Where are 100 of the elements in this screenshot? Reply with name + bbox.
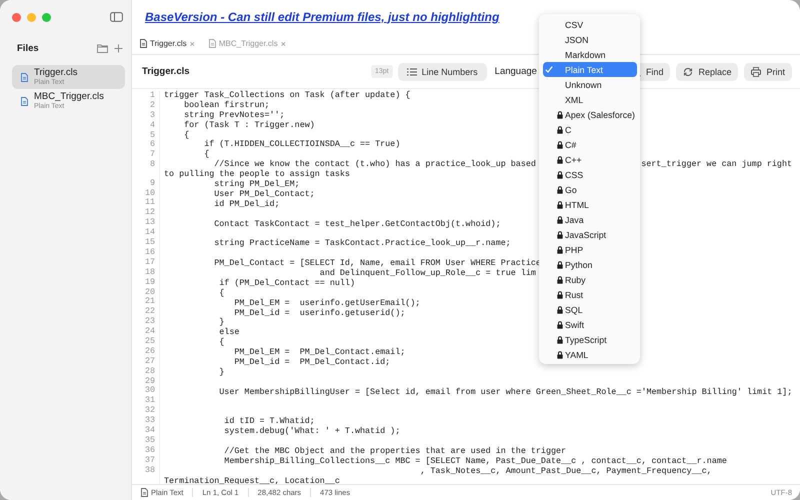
code-line: { bbox=[218, 288, 224, 299]
line-number: 9 bbox=[150, 178, 155, 189]
line-number: 15 bbox=[144, 238, 155, 248]
code-line: boolean firstrun; bbox=[183, 100, 270, 110]
code-line: Membership_Billing_Collections__c MBC = [SELECT Name, Past_Due_Date__c , contact__c, contact__r.name bbox=[223, 456, 727, 466]
document-icon bbox=[141, 488, 148, 497]
code-line: User MembershipBillingUser = [Select id, email from user where Green_Sheet_Role__c ='Membership Billing' limit 1]; bbox=[218, 388, 792, 398]
line-number: 23 bbox=[144, 317, 155, 327]
print-button[interactable]: Print bbox=[744, 62, 792, 80]
line-number: 17 bbox=[144, 258, 155, 268]
code-line: } bbox=[218, 368, 224, 378]
line-number: 16 bbox=[144, 248, 155, 258]
menu-item[interactable]: TypeScript bbox=[543, 332, 637, 347]
code-line: User PM_Del_Contact; bbox=[213, 190, 315, 200]
document-icon bbox=[140, 39, 147, 48]
menu-item[interactable]: YAML bbox=[543, 347, 637, 362]
line-number: 18 bbox=[144, 268, 155, 278]
line-number: 20 bbox=[144, 288, 155, 297]
code-line: if (PM_Del_Contact == null) bbox=[218, 278, 355, 288]
replace-button[interactable]: Replace bbox=[676, 62, 738, 80]
menu-item[interactable]: Markdown bbox=[543, 47, 637, 62]
code-line: { bbox=[218, 338, 224, 348]
line-number: 3 bbox=[150, 110, 155, 121]
code-line: Contact TaskContact = test_helper.GetContactObj(t.whoid); bbox=[213, 220, 501, 230]
line-number: 7 bbox=[150, 150, 155, 160]
menu-item[interactable]: PHP bbox=[543, 242, 637, 257]
line-number: 10 bbox=[144, 188, 155, 198]
code-line: { bbox=[183, 130, 190, 140]
zoom-button[interactable] bbox=[42, 12, 51, 22]
close-button[interactable] bbox=[12, 12, 21, 22]
line-number: 2 bbox=[150, 100, 155, 111]
menu-item[interactable]: HTML bbox=[543, 197, 637, 212]
list-icon bbox=[406, 68, 417, 76]
menu-item[interactable]: XML bbox=[543, 92, 637, 107]
line-number: 33 bbox=[144, 416, 155, 426]
banner-link[interactable]: BaseVersion - Can still edit Premium files, just no highlighting bbox=[145, 10, 500, 24]
line-number: 36 bbox=[144, 446, 155, 456]
plus-icon[interactable] bbox=[114, 44, 123, 52]
line-number: 8 bbox=[150, 160, 155, 170]
code-line: and Delinquent_Follow_up_Role__c = true lim bbox=[318, 269, 536, 278]
menu-item[interactable]: JavaScript bbox=[543, 227, 637, 242]
code-line: , Task_Notes__c, Amount_Past_Due__c, Payment_Frequency__c, bbox=[419, 466, 712, 477]
line-number: 30 bbox=[144, 386, 155, 396]
menu-item[interactable]: CSS bbox=[543, 167, 637, 182]
code-line: if (T.HIDDEN_COLLECTIOINSDA__c == True) bbox=[203, 140, 400, 150]
code-line: string PracticeName = TaskContact.Practice_look_up__r.name; bbox=[213, 239, 511, 250]
line-number: 14 bbox=[144, 228, 155, 238]
menu-item[interactable]: C bbox=[543, 122, 637, 137]
code-line: string PrevNotes=''; bbox=[183, 110, 285, 120]
line-number: 5 bbox=[150, 130, 155, 140]
document-icon bbox=[21, 72, 28, 82]
file-tab[interactable]: Trigger.cls × bbox=[140, 38, 195, 48]
line-number: 28 bbox=[144, 366, 155, 377]
code-line: sert_trigger we can jump right bbox=[641, 160, 792, 170]
menu-item[interactable]: C++ bbox=[543, 152, 637, 167]
line-number: 13 bbox=[144, 218, 155, 228]
line-number: 34 bbox=[144, 426, 155, 436]
circular-arrows-icon bbox=[683, 66, 694, 76]
menu-item[interactable]: JSON bbox=[543, 32, 637, 47]
menu-item[interactable]: Ruby bbox=[543, 272, 637, 287]
line-number: 12 bbox=[144, 208, 155, 218]
printer-icon bbox=[751, 66, 762, 76]
code-line: trigger Task_Collections on Task (after update) { bbox=[164, 91, 410, 100]
menu-item[interactable]: C# bbox=[543, 137, 637, 152]
menu-item[interactable]: Plain Text bbox=[543, 62, 637, 77]
code-line: id PM_Del_id; bbox=[213, 200, 280, 210]
menu-item[interactable]: Rust bbox=[543, 287, 637, 302]
sidebar-toggle-icon[interactable] bbox=[110, 12, 123, 22]
code-line: Termination_Request__c, Location__c bbox=[164, 476, 340, 484]
line-number: 4 bbox=[150, 120, 155, 131]
document-icon bbox=[208, 39, 216, 48]
code-line: PM_Del_id = PM_Del_Contact.id; bbox=[233, 358, 390, 368]
line-number: 32 bbox=[144, 406, 155, 416]
code-line: else bbox=[218, 328, 240, 338]
code-line: //Since we know the contact (t.who) has a practice_look_up based bbox=[213, 160, 536, 170]
line-number: 38 bbox=[144, 466, 155, 476]
code-line: { bbox=[203, 150, 210, 160]
menu-item[interactable]: Go bbox=[543, 182, 637, 197]
line-number: 1 bbox=[150, 91, 155, 101]
code-line: string PM_Del_EM; bbox=[213, 180, 300, 190]
file-name: MBC_Trigger.cls bbox=[34, 91, 104, 102]
code-line: system.debug('What: ' + T.whatid ); bbox=[223, 427, 400, 438]
line-number: 27 bbox=[144, 356, 155, 367]
menu-item[interactable]: Swift bbox=[543, 317, 637, 332]
line-numbers-button[interactable]: Line Numbers bbox=[398, 62, 487, 80]
menu-item[interactable]: SQL bbox=[543, 302, 637, 317]
language-label: Language bbox=[494, 66, 537, 77]
line-number: 6 bbox=[150, 140, 155, 150]
code-line: PM_Del_EM = PM_Del_Contact.email; bbox=[233, 348, 406, 358]
line-number: 11 bbox=[144, 198, 155, 208]
code-line: //Get the MBC Object and the properties that are used in the trigger bbox=[223, 447, 566, 456]
code-line: } bbox=[218, 318, 224, 328]
sidebar-title: Files bbox=[17, 42, 39, 54]
menu-item[interactable]: Python bbox=[543, 257, 637, 272]
code-line: id tID = T.Whatid; bbox=[223, 417, 315, 426]
menu-item[interactable]: Java bbox=[543, 212, 637, 227]
menu-item[interactable]: CSV bbox=[543, 17, 637, 32]
line-number: 24 bbox=[144, 327, 155, 337]
menu-item[interactable]: Apex (Salesforce) bbox=[543, 107, 637, 122]
folder-icon[interactable] bbox=[97, 44, 108, 52]
